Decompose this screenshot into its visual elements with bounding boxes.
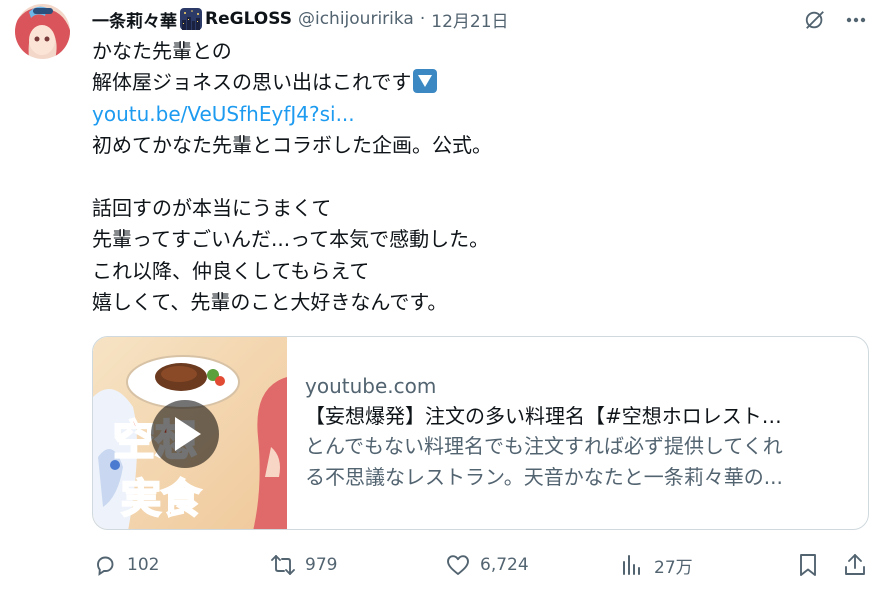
tweet-text: かなた先輩との 解体屋ジョネスの思い出はこれです youtu.be/VeUSfh…: [92, 36, 852, 319]
card-title: 【妄想爆発】注文の多い料理名【#空想ホロレスト…: [305, 404, 782, 428]
views-count: 27万: [654, 557, 693, 578]
card-domain: youtube.com: [305, 374, 437, 398]
thumb-text-bottom: 実食: [121, 476, 202, 522]
card-description: とんでもない料理名でも注文すれば必ず提供してくれ る不思議なレストラン。天音かな…: [305, 431, 850, 493]
card-body: youtube.com 【妄想爆発】注文の多い料理名【#空想ホロレスト… とんで…: [287, 337, 868, 529]
bookmark-button[interactable]: [795, 548, 830, 582]
share-button[interactable]: [842, 548, 877, 582]
tweet-line: これ以降、仲良くしてもらえて: [92, 258, 370, 283]
action-bar: 102 979 6,724 27万: [92, 548, 872, 582]
tweet-line: [92, 162, 852, 193]
reply-icon: [92, 552, 118, 578]
link-card[interactable]: 空想 実食 youtube.com 【妄想爆発】注文の多い料理名【#空想ホロレス…: [92, 336, 869, 530]
tweet-line-text: 解体屋ジョネスの思い出はこれです: [92, 70, 412, 95]
night-city-emoji-icon: [180, 8, 202, 30]
reply-button[interactable]: 102: [92, 548, 159, 582]
tweet-date[interactable]: 12月21日: [431, 7, 508, 32]
tweet-line: 先輩ってすごいんだ...って本気で感動した。: [92, 227, 490, 252]
views-icon: [619, 552, 645, 578]
tweet-line: 話回すのが本当にうまくて: [92, 195, 332, 220]
like-count: 6,724: [480, 555, 529, 575]
video-thumbnail[interactable]: 空想 実食: [93, 337, 287, 529]
separator-dot: ·: [419, 9, 426, 29]
repost-icon: [270, 552, 296, 578]
views-button[interactable]: 27万: [619, 548, 693, 582]
card-description-line: とんでもない料理名でも注文すれば必ず提供してくれ: [305, 434, 783, 458]
user-handle[interactable]: @ichijouririka: [298, 9, 414, 29]
repost-count: 979: [305, 555, 338, 575]
more-icon[interactable]: [842, 6, 870, 34]
tweet-line: かなた先輩との: [92, 39, 232, 63]
tweet-line: 解体屋ジョネスの思い出はこれです: [92, 67, 852, 98]
bookmark-icon: [795, 552, 821, 578]
group-name[interactable]: ReGLOSS: [205, 9, 292, 29]
like-button[interactable]: 6,724: [445, 548, 529, 582]
tweet-line: 嬉しくて、先輩のこと大好きなんです。: [92, 290, 448, 315]
grok-icon[interactable]: [801, 6, 829, 34]
tweet-line: 初めてかなた先輩とコラボした企画。公式。: [92, 133, 492, 158]
reply-count: 102: [127, 555, 160, 575]
card-description-line: る不思議なレストラン。天音かなたと一条莉々華の...: [305, 465, 783, 489]
display-name[interactable]: 一条莉々華: [92, 7, 177, 32]
down-arrow-emoji-icon: [413, 69, 438, 94]
like-icon: [445, 552, 471, 578]
avatar[interactable]: [15, 4, 70, 59]
tweet-header: 一条莉々華 ReGLOSS @ichijouririka · 12月21日: [92, 6, 509, 32]
youtube-link[interactable]: youtu.be/VeUSfhEyfJ4?si...: [92, 99, 852, 130]
repost-button[interactable]: 979: [270, 548, 337, 582]
share-icon: [842, 552, 868, 578]
